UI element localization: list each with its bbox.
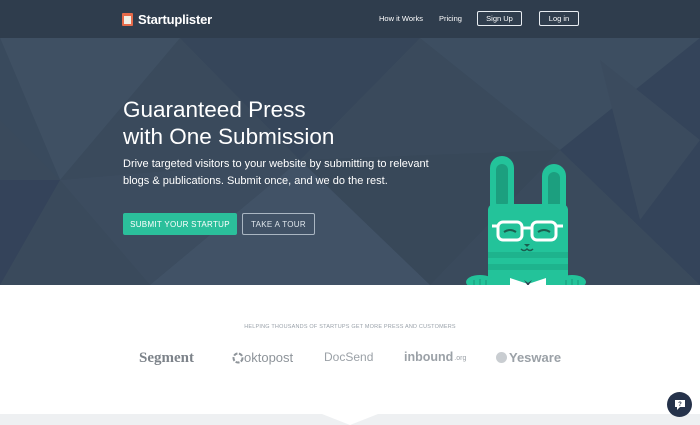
brand-logo-docsend: DocSend	[324, 350, 373, 364]
subline-line-2: blogs & publications. Submit once, and w…	[123, 175, 388, 187]
brand-inbound-tld: .org	[454, 355, 467, 362]
press-caption: HELPING THOUSANDS OF STARTUPS GET MORE P…	[244, 324, 456, 330]
hero-section: Startuplister How it Works Pricing Sign …	[0, 0, 700, 285]
startuplister-logo-icon	[122, 12, 133, 26]
chat-help-icon: ?	[674, 399, 685, 410]
nav-how-it-works[interactable]: How it Works	[379, 14, 423, 23]
top-navigation-bar: Startuplister How it Works Pricing Sign …	[0, 0, 700, 38]
chat-help-button[interactable]: ?	[667, 392, 692, 417]
brand-docsend-text: DocSend	[324, 350, 374, 364]
section-divider-notch	[322, 414, 378, 425]
submit-startup-button[interactable]: SUBMIT YOUR STARTUP	[123, 213, 237, 235]
logo-text: Startuplister	[138, 11, 212, 27]
bunny-mascot-illustration	[466, 156, 586, 285]
brand-logo-yesware: Yesware	[496, 350, 561, 365]
brand-yesware-text: Yesware	[509, 350, 562, 365]
brand-inbound-text: inbound	[404, 350, 454, 364]
brand-oktopost-text: oktopost	[244, 350, 294, 365]
brand-logo-oktopost: oktopost	[232, 350, 293, 365]
yesware-mark-icon	[496, 352, 507, 363]
hero-subheadline: Drive targeted visitors to your website …	[123, 156, 463, 190]
nav-pricing[interactable]: Pricing	[439, 14, 462, 23]
subline-line-1: Drive targeted visitors to your website …	[123, 158, 429, 170]
headline-line-2: with One Submission	[123, 124, 335, 149]
brand-logo-inbound: inbound .org	[404, 350, 466, 364]
headline-line-1: Guaranteed Press	[123, 97, 306, 122]
brand-segment-text: Segment	[139, 350, 194, 366]
brand-logo[interactable]: Startuplister	[122, 11, 212, 27]
oktopost-mark-icon	[232, 352, 244, 363]
sign-up-button[interactable]: Sign Up	[477, 11, 522, 26]
log-in-button[interactable]: Log in	[539, 11, 579, 26]
brand-logo-segment: Segment	[139, 350, 194, 367]
svg-text:?: ?	[678, 402, 682, 408]
hero-headline: Guaranteed Press with One Submission	[123, 96, 423, 150]
take-a-tour-button[interactable]: TAKE A TOUR	[242, 213, 315, 235]
